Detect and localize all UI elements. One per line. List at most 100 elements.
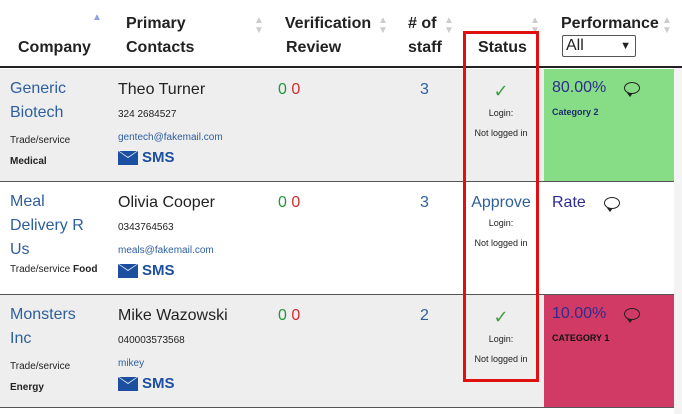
sort-icon[interactable]: ▲ — [92, 13, 102, 23]
comment-icon[interactable] — [624, 82, 641, 97]
header-status[interactable]: Status — [478, 36, 527, 60]
performance-cell: 10.00% CATEGORY 1 — [544, 295, 674, 407]
header-company[interactable]: Company — [18, 36, 91, 60]
header-primary-contacts-line1: Primary — [126, 15, 186, 32]
contact-email-link[interactable]: meals@fakemail.com — [118, 245, 268, 256]
sort-icon[interactable]: ▲ ▼ — [530, 16, 540, 36]
verification-cell: 0 0 — [278, 307, 338, 414]
performance-filter-value: All — [566, 37, 584, 54]
contact-email-link[interactable]: mikey — [118, 358, 268, 369]
contact-name: Olivia Cooper — [118, 194, 215, 211]
sms-label: SMS — [142, 262, 175, 279]
login-state: Not logged in — [474, 354, 528, 364]
performance-score-link[interactable]: 10.00% — [552, 305, 606, 323]
rate-link[interactable]: Rate — [552, 194, 586, 212]
contact-phone: 324 2684527 — [118, 109, 177, 120]
company-cell: Meal Delivery R Us Trade/service Food — [10, 182, 110, 294]
envelope-icon — [118, 263, 138, 278]
contact-name: Mike Wazowski — [118, 307, 228, 324]
company-name-link[interactable]: Generic Biotech — [10, 77, 110, 125]
company-name-line: Inc — [10, 330, 32, 347]
contact-name: Theo Turner — [118, 81, 206, 98]
sort-icon[interactable]: ▲ ▼ — [444, 16, 454, 36]
company-sector: Medical — [10, 156, 47, 167]
login-label: Login: — [488, 108, 514, 118]
verification-approved-count[interactable]: 0 — [278, 194, 287, 211]
company-name-line: Monsters — [10, 306, 76, 323]
status-cell: ✓ Login: Not logged in — [466, 295, 536, 407]
header-verification-line1: Verification — [284, 15, 372, 32]
sms-button[interactable]: SMS — [118, 262, 268, 279]
login-state: Not logged in — [474, 128, 528, 138]
company-cell: Monsters Inc Trade/service Energy — [10, 295, 110, 407]
comment-icon[interactable] — [624, 308, 641, 323]
table-row: Generic Biotech Trade/service Medical Th… — [0, 69, 682, 182]
company-name-line: Generic — [10, 80, 67, 97]
performance-filter-select[interactable]: All ▼ — [562, 35, 636, 57]
company-type: Trade/service — [10, 361, 71, 372]
login-state: Not logged in — [474, 238, 528, 248]
sms-label: SMS — [142, 149, 175, 166]
table-row: Meal Delivery R Us Trade/service Food Ol… — [0, 182, 682, 295]
status-cell: ✓ Login: Not logged in — [466, 69, 536, 181]
company-type: Trade/service — [10, 264, 71, 275]
header-performance[interactable]: Performance — [561, 12, 659, 36]
verification-rejected-count[interactable]: 0 — [291, 194, 300, 211]
comment-icon[interactable] — [603, 197, 620, 212]
performance-cell: 80.00% Category 2 — [544, 69, 674, 181]
company-name-line: Biotech — [10, 104, 64, 121]
verification-rejected-count[interactable]: 0 — [291, 307, 300, 324]
sort-icon[interactable]: ▲ ▼ — [378, 16, 388, 36]
header-staff[interactable]: # of staff — [408, 12, 442, 60]
company-type-sector: Trade/service Food — [10, 264, 110, 275]
performance-score-link[interactable]: 80.00% — [552, 79, 606, 97]
envelope-icon — [118, 150, 138, 165]
status-cell: Approve Login: Not logged in — [466, 182, 536, 294]
chevron-down-icon: ▼ — [620, 40, 631, 52]
company-cell: Generic Biotech Trade/service Medical — [10, 69, 110, 181]
row-edge-strip — [674, 68, 682, 414]
sms-label: SMS — [142, 375, 175, 392]
company-sector: Energy — [10, 382, 44, 393]
company-name-line: Us — [10, 241, 30, 258]
contact-phone: 0343764563 — [118, 222, 174, 233]
company-name-link[interactable]: Meal Delivery R Us — [10, 190, 110, 262]
header-staff-line1: # of — [408, 15, 437, 32]
sms-button[interactable]: SMS — [118, 375, 268, 392]
approve-link[interactable]: Approve — [466, 194, 536, 212]
verification-cell: 0 0 — [278, 194, 338, 306]
envelope-icon — [118, 376, 138, 391]
login-label: Login: — [488, 218, 514, 228]
company-name-link[interactable]: Monsters Inc — [10, 303, 110, 351]
header-primary-contacts-line2: Contacts — [126, 39, 195, 56]
header-performance-label: Performance — [561, 15, 659, 32]
staff-count-link[interactable]: 2 — [420, 307, 429, 327]
contact-email-link[interactable]: gentech@fakemail.com — [118, 132, 268, 143]
header-staff-line2: staff — [408, 39, 442, 56]
verification-rejected-count[interactable]: 0 — [291, 81, 300, 98]
company-type: Trade/service — [10, 135, 71, 146]
staff-count-link[interactable]: 3 — [420, 194, 429, 214]
contact-cell: Olivia Cooper 0343764563 meals@fakemail.… — [118, 182, 268, 294]
header-verification[interactable]: Verification Review — [282, 12, 374, 60]
company-sector: Food — [73, 264, 98, 275]
sort-icon[interactable]: ▲ ▼ — [254, 16, 264, 36]
header-verification-line2: Review — [286, 39, 342, 56]
verification-approved-count[interactable]: 0 — [278, 81, 287, 98]
login-label: Login: — [488, 334, 514, 344]
verification-approved-count[interactable]: 0 — [278, 307, 287, 324]
contact-cell: Theo Turner 324 2684527 gentech@fakemail… — [118, 69, 268, 181]
verification-cell: 0 0 — [278, 81, 338, 193]
performance-category: CATEGORY 1 — [552, 333, 610, 343]
sms-button[interactable]: SMS — [118, 149, 268, 166]
check-icon: ✓ — [493, 81, 509, 101]
contact-phone: 040003573568 — [118, 335, 185, 346]
table-row: Monsters Inc Trade/service Energy Mike W… — [0, 295, 682, 408]
header-primary-contacts[interactable]: Primary Contacts — [126, 12, 194, 60]
check-icon: ✓ — [493, 307, 509, 327]
sort-icon[interactable]: ▲ ▼ — [662, 16, 672, 36]
company-name-line: Meal — [10, 193, 45, 210]
header-company-label: Company — [18, 39, 91, 56]
staff-count-link[interactable]: 3 — [420, 81, 429, 101]
performance-category: Category 2 — [552, 107, 599, 117]
